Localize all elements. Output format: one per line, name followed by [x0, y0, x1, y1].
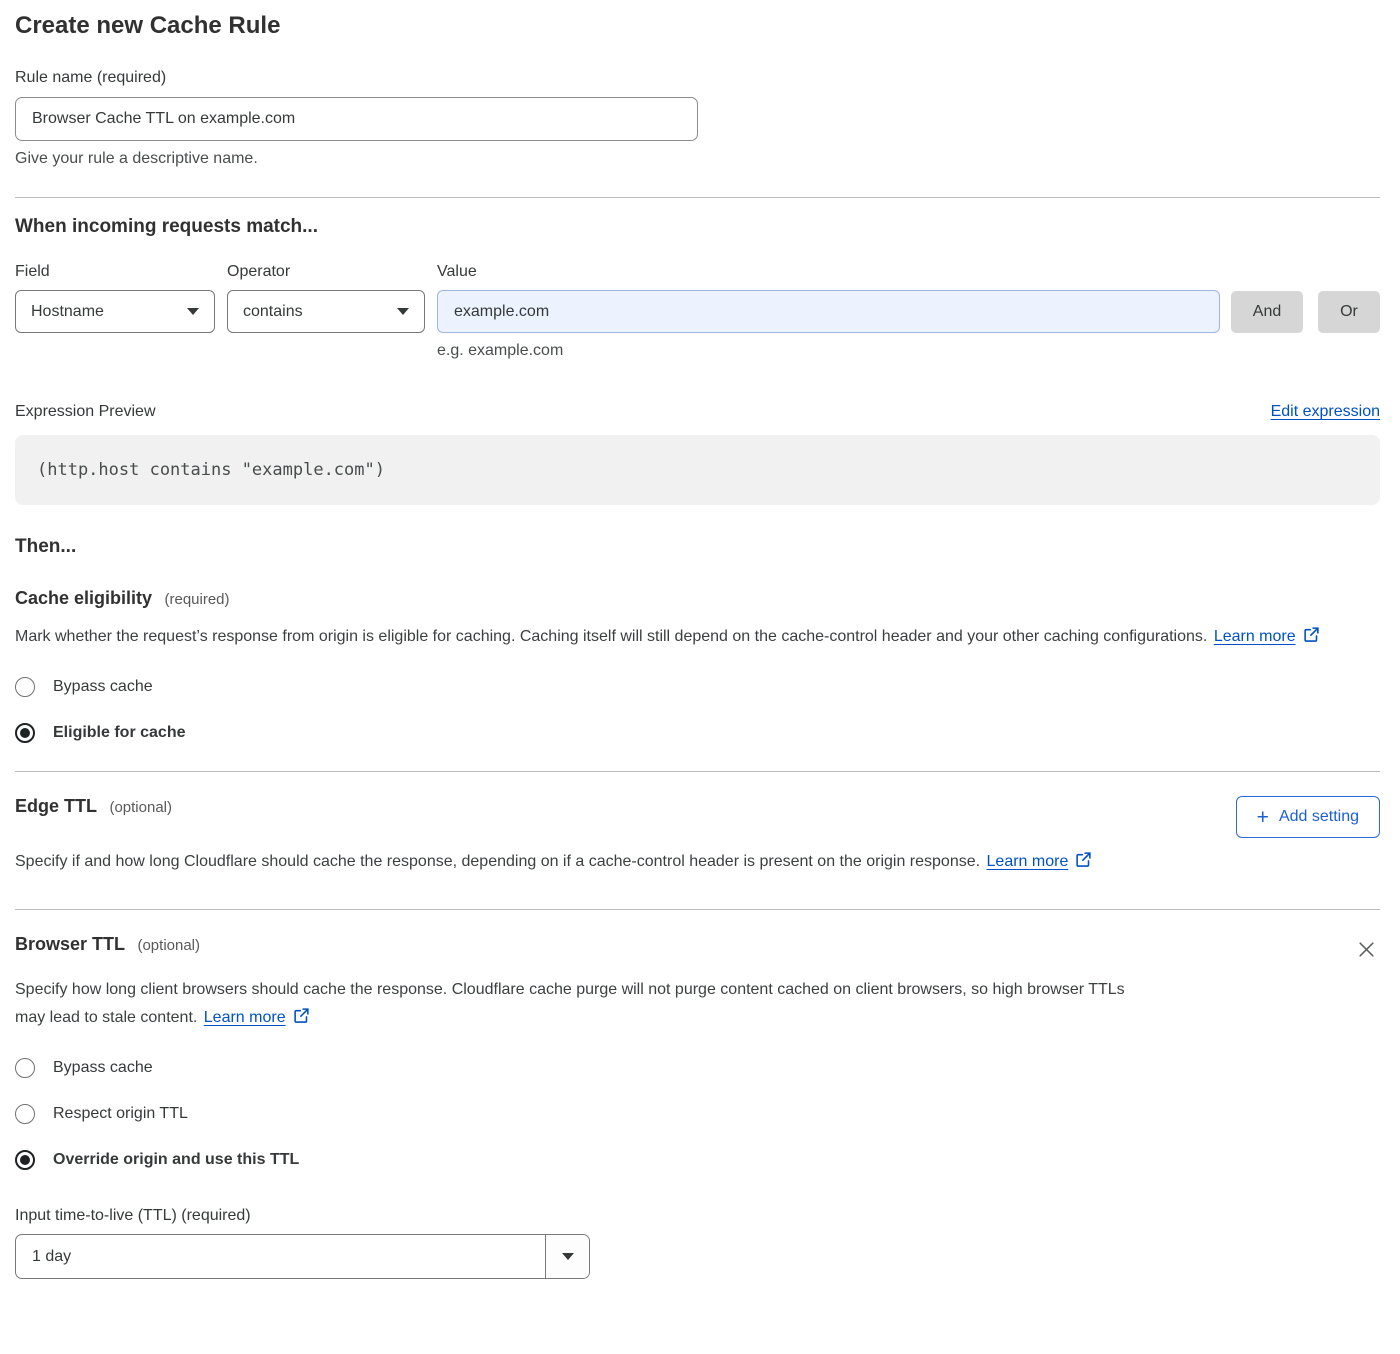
match-section-heading: When incoming requests match...	[15, 216, 1380, 238]
optional-badge: (optional)	[109, 799, 172, 816]
edit-expression-link[interactable]: Edit expression	[1271, 403, 1380, 421]
edge-ttl-description: Specify if and how long Cloudflare shoul…	[15, 848, 1135, 878]
divider	[15, 197, 1380, 198]
optional-badge: (optional)	[137, 937, 200, 954]
ttl-select[interactable]: 1 day	[15, 1234, 590, 1279]
rule-name-input[interactable]	[15, 97, 698, 141]
browser-ttl-options: Bypass cache Respect origin TTL Override…	[15, 1058, 1380, 1170]
edge-ttl-heading-group: Edge TTL (optional)	[15, 796, 172, 817]
close-icon	[1357, 940, 1376, 959]
browser-ttl-heading-group: Browser TTL (optional)	[15, 934, 200, 955]
expression-code: (http.host contains "example.com")	[37, 460, 385, 480]
operator-column-label: Operator	[227, 263, 437, 281]
radio-override-origin-ttl[interactable]: Override origin and use this TTL	[15, 1150, 1380, 1170]
radio-eligible-for-cache[interactable]: Eligible for cache	[15, 723, 1380, 743]
expression-code-block: (http.host contains "example.com")	[15, 435, 1380, 505]
then-heading: Then...	[15, 536, 1380, 558]
and-button[interactable]: And	[1231, 291, 1303, 333]
ttl-input-label: Input time-to-live (TTL) (required)	[15, 1207, 1380, 1225]
plus-icon: +	[1257, 807, 1269, 828]
expression-preview-row: Expression Preview Edit expression	[15, 403, 1380, 421]
value-column-label: Value	[437, 263, 477, 281]
page-title: Create new Cache Rule	[15, 12, 1380, 40]
value-input[interactable]	[437, 290, 1220, 333]
radio-button-icon	[15, 1150, 35, 1170]
create-cache-rule-form: Create new Cache Rule Rule name (require…	[0, 0, 1400, 1299]
operator-select-value: contains	[243, 303, 303, 321]
browser-ttl-description: Specify how long client browsers should …	[15, 976, 1125, 1034]
chevron-down-icon	[187, 308, 199, 315]
learn-more-link[interactable]: Learn more	[1214, 628, 1296, 645]
edge-ttl-heading: Edge TTL	[15, 796, 97, 816]
close-browser-ttl-button[interactable]	[1353, 936, 1380, 966]
radio-button-icon	[15, 723, 35, 743]
rule-name-help: Give your rule a descriptive name.	[15, 150, 1380, 168]
required-badge: (required)	[165, 591, 230, 608]
operator-select[interactable]: contains	[227, 290, 425, 333]
cache-eligibility-heading-row: Cache eligibility (required)	[15, 588, 1380, 609]
external-link-icon	[1075, 850, 1092, 878]
value-help-text: e.g. example.com	[437, 342, 1380, 360]
match-condition-row: Hostname contains And Or	[15, 290, 1380, 333]
browser-ttl-header-row: Browser TTL (optional)	[15, 934, 1380, 966]
cache-eligibility-description: Mark whether the request’s response from…	[15, 623, 1355, 653]
radio-button-icon	[15, 1104, 35, 1124]
cache-eligibility-heading: Cache eligibility	[15, 588, 152, 608]
field-select-value: Hostname	[31, 303, 104, 321]
edge-ttl-header-row: Edge TTL (optional) + Add setting	[15, 796, 1380, 838]
add-setting-button[interactable]: + Add setting	[1236, 796, 1380, 838]
radio-button-icon	[15, 1058, 35, 1078]
rule-name-label: Rule name (required)	[15, 69, 1380, 87]
chevron-down-icon	[397, 308, 409, 315]
match-column-labels: Field Operator Value	[15, 263, 1380, 281]
or-button[interactable]: Or	[1318, 291, 1380, 333]
radio-respect-origin-ttl[interactable]: Respect origin TTL	[15, 1104, 1380, 1124]
external-link-icon	[1303, 625, 1320, 653]
radio-bypass-cache[interactable]: Bypass cache	[15, 1058, 1380, 1078]
external-link-icon	[293, 1006, 310, 1034]
radio-button-icon	[15, 677, 35, 697]
field-column-label: Field	[15, 263, 227, 281]
radio-bypass-cache[interactable]: Bypass cache	[15, 677, 1380, 697]
ttl-select-value: 1 day	[16, 1235, 545, 1278]
chevron-down-icon	[562, 1253, 574, 1260]
divider	[15, 771, 1380, 772]
browser-ttl-heading: Browser TTL	[15, 934, 125, 954]
field-select[interactable]: Hostname	[15, 290, 215, 333]
expression-preview-label: Expression Preview	[15, 403, 156, 421]
ttl-select-dropdown-button[interactable]	[545, 1235, 589, 1278]
learn-more-link[interactable]: Learn more	[204, 1009, 286, 1026]
divider	[15, 909, 1380, 910]
learn-more-link[interactable]: Learn more	[987, 853, 1069, 870]
cache-eligibility-options: Bypass cache Eligible for cache	[15, 677, 1380, 743]
